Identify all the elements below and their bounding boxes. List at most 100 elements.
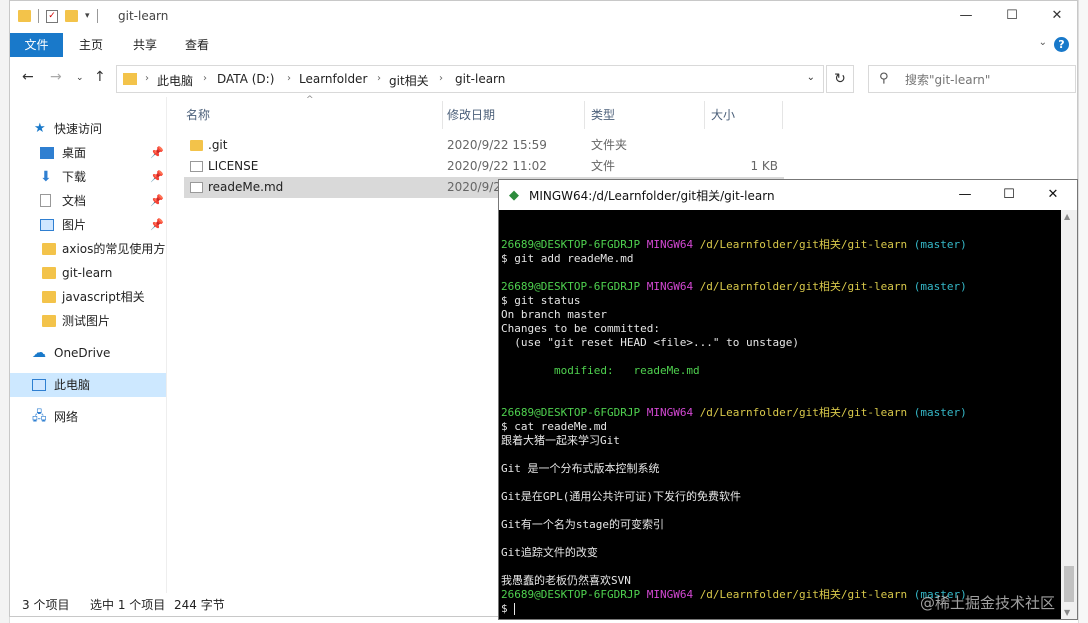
tab-file[interactable]: 文件 — [10, 33, 63, 57]
breadcrumb-git-learn[interactable]: git-learn — [455, 72, 505, 86]
terminal-window[interactable]: ◆ MINGW64:/d/Learnfolder/git相关/git-learn… — [498, 179, 1078, 620]
pin-icon[interactable]: 📌 — [150, 189, 164, 213]
address-bar[interactable]: › 此电脑 › DATA (D:) › Learnfolder › git相关 … — [116, 65, 824, 93]
sidebar-item-label: 桌面 — [62, 146, 87, 160]
file-date: 2020/9/22 11:02 — [447, 159, 547, 173]
back-arrow-icon[interactable]: ← — [22, 69, 34, 85]
properties-icon[interactable]: ✓ — [46, 9, 58, 23]
mingw-icon: ◆ — [509, 188, 519, 203]
terminal-prompt: 26689@DESKTOP-6FGDRJP MINGW64 /d/Learnfo… — [501, 238, 967, 251]
maximize-button[interactable]: ☐ — [987, 180, 1031, 210]
sidebar-item-onedrive[interactable]: ☁ OneDrive — [10, 341, 166, 365]
column-separator[interactable] — [442, 101, 443, 129]
minimize-button[interactable]: — — [943, 180, 987, 210]
sidebar-item-label: 图片 — [62, 218, 87, 232]
column-separator[interactable] — [584, 101, 585, 129]
sidebar-item-pictures[interactable]: 图片 📌 — [10, 213, 166, 237]
column-header-name[interactable]: 名称 — [186, 101, 210, 129]
sidebar-item-this-pc[interactable]: 此电脑 — [10, 373, 166, 397]
pin-icon[interactable]: 📌 — [150, 141, 164, 165]
table-row[interactable]: .git 2020/9/22 15:59 文件夹 — [184, 135, 784, 156]
file-size: 1 KB — [750, 159, 778, 173]
new-folder-icon[interactable] — [65, 10, 78, 22]
sidebar-item-git-learn[interactable]: git-learn — [10, 261, 166, 285]
column-header-size[interactable]: 大小 — [711, 101, 735, 129]
breadcrumb-git-related[interactable]: git相关 — [389, 72, 429, 89]
file-type: 文件夹 — [591, 138, 628, 152]
chevron-down-icon[interactable]: ⌄ — [807, 72, 815, 83]
maximize-button[interactable]: ☐ — [989, 1, 1035, 31]
refresh-button[interactable]: ↻ — [826, 65, 854, 93]
tab-share[interactable]: 共享 — [124, 33, 166, 57]
sidebar-item-axios[interactable]: axios的常见使用方式 — [10, 237, 166, 261]
sidebar-item-label: 文档 — [62, 194, 87, 208]
folder-icon — [42, 315, 56, 327]
title-bar: ✓ ▾ git-learn — ☐ ✕ — [10, 1, 1077, 33]
chevron-right-icon: › — [145, 73, 149, 84]
terminal-input-line[interactable]: $ — [501, 602, 516, 616]
sidebar-item-label: 快速访问 — [54, 122, 103, 136]
search-icon: ⚲ — [879, 71, 889, 86]
close-button[interactable]: ✕ — [1034, 1, 1077, 31]
terminal-scrollbar[interactable]: ▲ ▼ — [1061, 210, 1077, 619]
tab-view[interactable]: 查看 — [176, 33, 218, 57]
cloud-icon: ☁ — [32, 345, 46, 361]
terminal-prompt: 26689@DESKTOP-6FGDRJP MINGW64 /d/Learnfo… — [501, 280, 967, 293]
close-button[interactable]: ✕ — [1031, 180, 1075, 210]
help-icon[interactable]: ? — [1054, 37, 1069, 52]
file-type: 文件 — [591, 159, 616, 173]
sidebar-item-label: 下载 — [62, 170, 87, 184]
terminal-output[interactable]: 26689@DESKTOP-6FGDRJP MINGW64 /d/Learnfo… — [501, 210, 1061, 620]
sidebar-item-downloads[interactable]: ⬇ 下载 📌 — [10, 165, 166, 189]
pin-icon[interactable]: 📌 — [150, 165, 164, 189]
folder-icon — [123, 73, 137, 85]
column-separator[interactable] — [704, 101, 705, 129]
sidebar-item-javascript[interactable]: javascript相关 — [10, 285, 166, 309]
scrollbar-thumb[interactable] — [1064, 566, 1074, 602]
terminal-output-line: 我愚蠢的老板仍然喜欢SVN — [501, 574, 631, 587]
navigation-pane: ★ 快速访问 桌面 📌 ⬇ 下载 📌 文档 📌 图片 📌 axios的常见使用方… — [10, 113, 166, 593]
breadcrumb-this-pc[interactable]: 此电脑 — [157, 72, 193, 89]
search-box[interactable]: ⚲ — [868, 65, 1076, 93]
folder-icon — [18, 10, 31, 22]
sidebar-item-documents[interactable]: 文档 📌 — [10, 189, 166, 213]
terminal-output-line: modified: readeMe.md — [501, 364, 700, 377]
expand-ribbon-icon[interactable]: ⌄ — [1039, 37, 1047, 48]
column-header-type[interactable]: 类型 — [591, 101, 615, 129]
sidebar-item-quick-access[interactable]: ★ 快速访问 — [10, 117, 166, 141]
terminal-output-line: Changes to be committed: — [501, 322, 660, 335]
search-input[interactable] — [903, 69, 1067, 91]
minimize-button[interactable]: — — [943, 1, 989, 31]
breadcrumb-data-drive[interactable]: DATA (D:) — [217, 72, 274, 86]
file-name: .git — [208, 138, 228, 152]
star-icon: ★ — [34, 121, 46, 136]
sidebar-item-label: javascript相关 — [62, 290, 145, 304]
forward-arrow-icon[interactable]: → — [50, 69, 62, 85]
sidebar-item-test-images[interactable]: 测试图片 — [10, 309, 166, 333]
separator — [38, 9, 39, 23]
sidebar-item-desktop[interactable]: 桌面 📌 — [10, 141, 166, 165]
pin-icon[interactable]: 📌 — [150, 213, 164, 237]
markdown-file-icon — [190, 182, 203, 193]
navigation-bar: ← → ⌄ ↑ › 此电脑 › DATA (D:) › Learnfolder … — [10, 61, 1077, 97]
terminal-output-line: Git 是一个分布式版本控制系统 — [501, 462, 660, 475]
sidebar-item-label: git-learn — [62, 266, 113, 280]
folder-icon — [190, 140, 203, 151]
scroll-down-icon[interactable]: ▼ — [1064, 608, 1070, 617]
scroll-up-icon[interactable]: ▲ — [1064, 212, 1070, 221]
download-icon: ⬇ — [40, 169, 52, 185]
terminal-title-bar: ◆ MINGW64:/d/Learnfolder/git相关/git-learn… — [499, 180, 1077, 210]
tab-home[interactable]: 主页 — [70, 33, 112, 57]
sidebar-item-network[interactable]: 🖧 网络 — [10, 405, 166, 429]
recent-locations-icon[interactable]: ⌄ — [76, 73, 84, 83]
chevron-down-icon[interactable]: ▾ — [85, 11, 90, 21]
sidebar-item-label: 网络 — [54, 410, 79, 424]
column-separator[interactable] — [782, 101, 783, 129]
file-name: LICENSE — [208, 159, 259, 173]
folder-icon — [42, 291, 56, 303]
table-row[interactable]: LICENSE 2020/9/22 11:02 文件 1 KB — [184, 156, 784, 177]
pane-divider[interactable] — [166, 97, 167, 593]
up-arrow-icon[interactable]: ↑ — [94, 69, 106, 85]
breadcrumb-learnfolder[interactable]: Learnfolder — [299, 72, 367, 86]
column-header-date[interactable]: 修改日期 — [447, 101, 495, 129]
